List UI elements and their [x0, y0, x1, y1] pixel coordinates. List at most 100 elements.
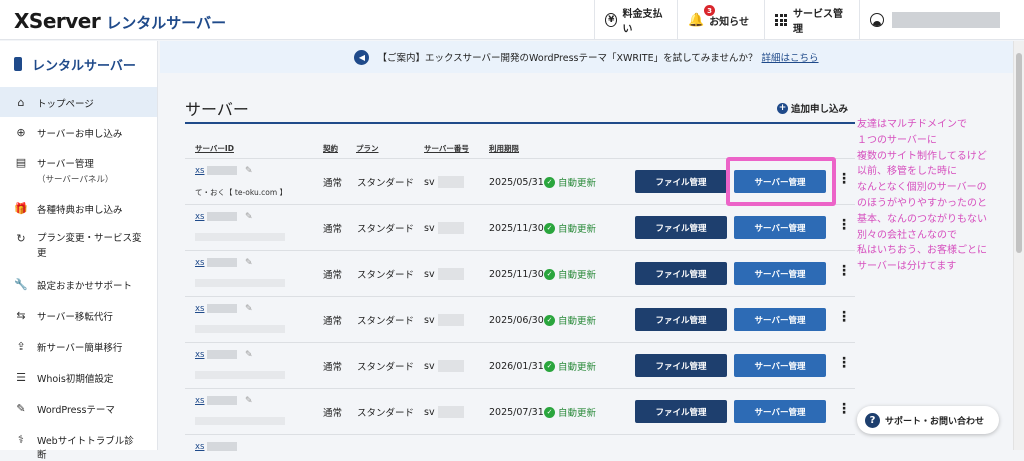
file-manager-button[interactable]: ファイル管理 [635, 262, 727, 285]
server-number-text: sv [424, 268, 435, 280]
column-header-server-number[interactable]: サーバー番号 [424, 143, 469, 154]
sidebar-item-easy-migration[interactable]: ⇪ 新サーバー簡単移行 [0, 330, 157, 361]
gift-icon: 🎁 [14, 202, 28, 215]
yen-icon: ¥ [605, 13, 618, 27]
server-number-text: sv [424, 222, 435, 234]
server-memo-redacted [195, 233, 285, 241]
server-panel-button[interactable]: サーバー管理 [734, 308, 826, 331]
pencil-icon[interactable]: ✎ [245, 212, 253, 222]
server-number-text: sv [424, 176, 435, 188]
file-manager-button[interactable]: ファイル管理 [635, 216, 727, 239]
service-management-button[interactable]: サービス管理 [764, 0, 858, 40]
server-id-redacted [207, 166, 237, 175]
pencil-icon[interactable]: ✎ [245, 396, 253, 406]
sidebar-item-server-order[interactable]: ⊕ サーバーお申し込み [0, 117, 157, 147]
table-row: xs ✎ 通常 スタンダード sv 2025/06/30 ✓ 自動更新 ファイル管理 サーバー管理… [185, 296, 855, 342]
expiry-cell: 2025/07/31 [489, 406, 544, 418]
more-options-icon[interactable]: ⋮ [837, 218, 851, 232]
account-menu[interactable] [859, 0, 1014, 40]
sidebar-item-label: WordPressテーマ [37, 405, 115, 416]
column-header-server-id[interactable]: サーバーID [195, 143, 234, 154]
server-id-link[interactable]: xs [195, 304, 204, 314]
server-panel-button[interactable]: サーバー管理 [734, 354, 826, 377]
sidebar-item-server-transfer[interactable]: ⇆ サーバー移転代行 [0, 299, 157, 330]
server-panel-button[interactable]: サーバー管理 [734, 216, 826, 239]
page-title: サーバー [185, 100, 249, 119]
server-id-link[interactable]: xs [195, 442, 204, 452]
server-number-cell: sv [424, 159, 464, 205]
sidebar-item-label: サーバー管理 （サーバーパネル） [37, 156, 113, 185]
sidebar-item-top[interactable]: ⌂ トップページ [0, 87, 157, 117]
plan-cell: スタンダード [357, 224, 415, 235]
sidebar-item-site-diagnosis[interactable]: ⚕ Webサイトトラブル診断 [0, 423, 157, 461]
file-manager-button[interactable]: ファイル管理 [635, 308, 727, 331]
server-memo-redacted [195, 371, 285, 379]
pencil-icon[interactable]: ✎ [245, 304, 253, 314]
notifications-label: お知らせ [709, 16, 749, 28]
column-header-contract[interactable]: 契約 [323, 143, 338, 154]
server-id-link[interactable]: xs [195, 212, 204, 222]
file-manager-button[interactable]: ファイル管理 [635, 170, 727, 193]
note-line: 以前、移管をした時に [857, 166, 957, 178]
server-id-redacted [207, 396, 237, 405]
server-id-link[interactable]: xs [195, 258, 204, 268]
auto-renew-label: 自動更新 [558, 316, 597, 327]
server-number-redacted [437, 268, 464, 280]
more-options-icon[interactable]: ⋮ [837, 172, 851, 186]
sidebar-title[interactable]: レンタルサーバー [0, 41, 157, 87]
server-panel-button[interactable]: サーバー管理 [734, 400, 826, 423]
plus-circle-icon: + [777, 102, 788, 114]
server-number-redacted [437, 314, 464, 326]
wrench-icon: 🔧 [14, 278, 28, 291]
scrollbar-thumb[interactable] [1016, 53, 1022, 253]
page-scrollbar[interactable] [1013, 41, 1024, 450]
server-number-redacted [437, 360, 464, 372]
sidebar-item-label: Webサイトトラブル診断 [37, 436, 134, 461]
server-number-cell: sv [424, 389, 464, 435]
server-id-link[interactable]: xs [195, 396, 204, 406]
server-id-link[interactable]: xs [195, 350, 204, 360]
contract-cell: 通常 [323, 224, 343, 235]
sidebar-item-wordpress-theme[interactable]: ✎ WordPressテーマ [0, 392, 157, 423]
pencil-icon[interactable]: ✎ [245, 166, 253, 176]
server-number-text: sv [424, 360, 435, 372]
plan-cell: スタンダード [357, 316, 415, 327]
more-options-icon[interactable]: ⋮ [837, 402, 851, 416]
auto-renew-label: 自動更新 [558, 178, 597, 189]
more-options-icon[interactable]: ⋮ [837, 310, 851, 324]
notifications-button[interactable]: 🔔 3 お知らせ [677, 0, 763, 40]
server-number-cell: sv [424, 205, 464, 251]
more-options-icon[interactable]: ⋮ [837, 356, 851, 370]
contract-cell: 通常 [323, 270, 343, 281]
server-panel-button[interactable]: サーバー管理 [734, 262, 826, 285]
sidebar-item-label: 各種特典お申し込み [37, 205, 123, 216]
support-contact-button[interactable]: ? サポート・お問い合わせ [857, 406, 999, 434]
server-id-link[interactable]: xs [195, 166, 204, 176]
plan-cell: スタンダード [357, 270, 415, 281]
logo-sub-text: レンタルサーバー [106, 14, 227, 32]
sidebar-item-setup-support[interactable]: 🔧 設定おまかせサポート [0, 269, 157, 299]
server-memo-redacted [195, 417, 285, 425]
pencil-icon[interactable]: ✎ [245, 258, 253, 268]
auto-renew-label: 自動更新 [558, 362, 597, 373]
column-header-expiry[interactable]: 利用期限 [489, 143, 519, 154]
note-line: 別々の会社さんなので [857, 229, 957, 241]
sidebar-item-plan-change[interactable]: ↻ プラン変更・サービス変更 [0, 223, 157, 269]
sidebar-item-whois[interactable]: ☰ Whois初期値設定 [0, 361, 157, 392]
payment-button[interactable]: ¥ 料金支払い [594, 0, 676, 40]
note-line: 友達はマルチドメインで [857, 119, 967, 130]
check-circle-icon: ✓ [544, 314, 555, 326]
expiry-cell: 2025/11/30 [489, 268, 544, 280]
file-manager-button[interactable]: ファイル管理 [635, 400, 727, 423]
server-memo-redacted [195, 279, 285, 287]
column-header-plan[interactable]: プラン [356, 143, 379, 154]
sidebar-item-server-panel[interactable]: ▤ サーバー管理 （サーバーパネル） [0, 147, 157, 193]
refresh-icon: ↻ [16, 232, 26, 245]
xserver-logo[interactable]: XServer レンタルサーバー [14, 9, 226, 33]
more-options-icon[interactable]: ⋮ [837, 264, 851, 278]
add-order-link[interactable]: + 追加申し込み [777, 101, 848, 115]
sidebar-item-benefits[interactable]: 🎁 各種特典お申し込み [0, 193, 157, 223]
pencil-icon[interactable]: ✎ [245, 350, 253, 360]
file-manager-button[interactable]: ファイル管理 [635, 354, 727, 377]
announcement-details-link[interactable]: 詳細はこちら [762, 50, 819, 64]
